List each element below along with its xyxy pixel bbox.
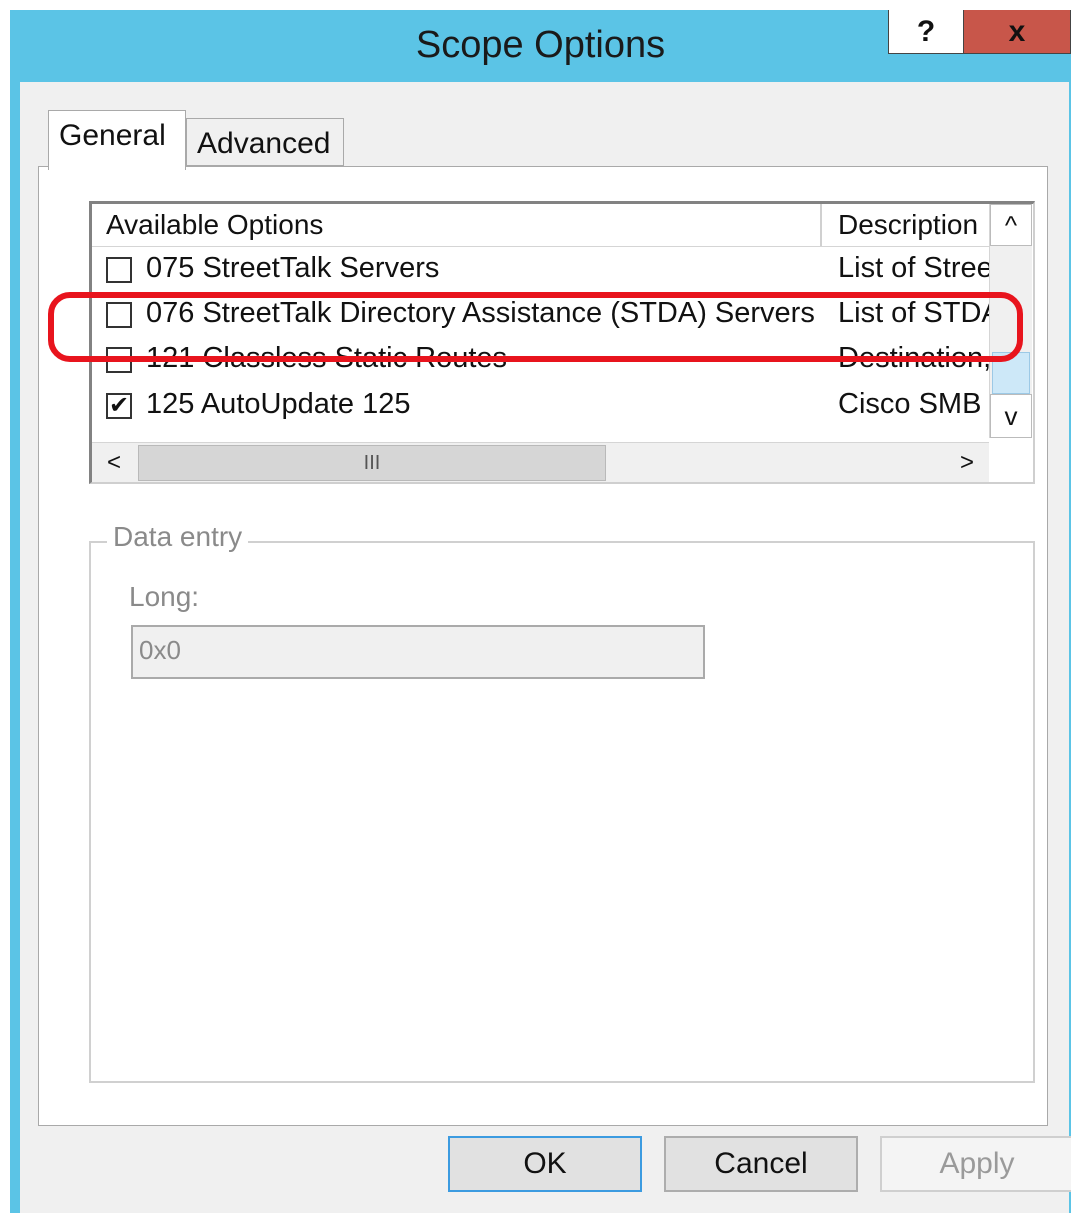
- option-checkbox[interactable]: [106, 257, 132, 283]
- option-description: Destination,: [838, 342, 990, 374]
- option-description: List of STDA: [838, 297, 990, 329]
- tab-advanced[interactable]: Advanced: [186, 118, 344, 166]
- scroll-down-icon[interactable]: v: [990, 394, 1032, 438]
- data-entry-group: Data entry Long: 0x0: [89, 521, 1035, 1083]
- option-row-125[interactable]: ✔ 125 AutoUpdate 125 Cisco SMB: [92, 384, 989, 428]
- cancel-button[interactable]: Cancel: [664, 1136, 858, 1192]
- column-header-available-options[interactable]: Available Options: [92, 204, 822, 246]
- help-button[interactable]: ?: [888, 10, 964, 54]
- available-options-list[interactable]: Available Options Description 075 Street…: [89, 201, 1035, 484]
- scope-options-dialog: Scope Options ? x General Advanced Avail…: [10, 10, 1071, 1213]
- list-header: Available Options Description: [92, 204, 989, 247]
- option-row-121[interactable]: 121 Classless Static Routes Destination,: [92, 338, 990, 382]
- option-checkbox[interactable]: [106, 347, 132, 373]
- option-row-075[interactable]: 075 StreetTalk Servers List of Street: [92, 248, 990, 292]
- option-checkbox[interactable]: [106, 302, 132, 328]
- dialog-body: General Advanced Available Options Descr…: [20, 82, 1071, 1213]
- option-name: 076 StreetTalk Directory Assistance (STD…: [146, 297, 815, 329]
- vertical-scroll-thumb[interactable]: [992, 352, 1030, 394]
- tab-general[interactable]: General: [48, 110, 186, 170]
- option-name: 125 AutoUpdate 125: [146, 388, 411, 420]
- option-description: Cisco SMB: [838, 388, 982, 420]
- option-name: 075 StreetTalk Servers: [146, 252, 440, 284]
- long-field-label: Long:: [129, 581, 200, 612]
- apply-button: Apply: [880, 1136, 1071, 1192]
- horizontal-scroll-thumb[interactable]: III: [138, 445, 606, 481]
- general-tab-panel: Available Options Description 075 Street…: [38, 166, 1048, 1126]
- ok-button[interactable]: OK: [448, 1136, 642, 1192]
- vertical-scrollbar[interactable]: ^ v: [989, 204, 1032, 438]
- long-value-input: 0x0: [131, 625, 705, 679]
- title-bar[interactable]: Scope Options ? x: [10, 10, 1071, 82]
- option-name: 121 Classless Static Routes: [146, 342, 508, 374]
- close-button[interactable]: x: [964, 10, 1071, 54]
- option-description: List of Street: [838, 252, 990, 284]
- scroll-right-icon[interactable]: >: [945, 443, 989, 482]
- scroll-up-icon[interactable]: ^: [990, 204, 1032, 246]
- column-header-description[interactable]: Description: [824, 204, 989, 246]
- data-entry-legend: Data entry: [107, 521, 249, 553]
- scroll-left-icon[interactable]: <: [92, 443, 136, 482]
- horizontal-scrollbar[interactable]: < III >: [92, 442, 989, 482]
- option-checkbox-checked[interactable]: ✔: [106, 393, 132, 419]
- option-row-076[interactable]: 076 StreetTalk Directory Assistance (STD…: [92, 293, 990, 337]
